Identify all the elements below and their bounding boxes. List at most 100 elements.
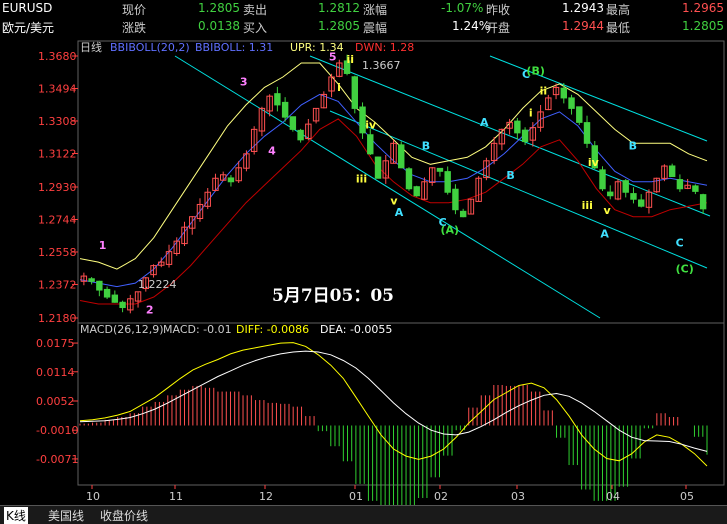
symbol-name: 欧元/美元: [2, 21, 55, 35]
wave-label: 4: [268, 145, 276, 158]
candle-body: [514, 120, 521, 134]
candle-body: [607, 191, 614, 197]
amp-label: 震幅: [363, 21, 388, 35]
candle-body: [103, 288, 111, 298]
x-tick-label: 05: [680, 490, 694, 503]
candle-body: [119, 301, 126, 309]
change-value: 0.0138: [198, 19, 240, 33]
x-tick-label: 11: [169, 490, 183, 503]
macd-indicator-name: MACD(26,12,9): [80, 323, 164, 336]
price-y-tick-label: 1.2558: [38, 246, 77, 259]
chart-canvas[interactable]: 12345iiiiiiivvABC(A)ABC(B)iiiiiiivvABC(C…: [0, 36, 727, 505]
wave-label: v: [604, 204, 612, 217]
x-tick-label: 01: [349, 490, 363, 503]
wave-label: ii: [346, 53, 354, 66]
wave-label: A: [480, 116, 489, 129]
price-y-tick-label: 1.3122: [38, 147, 77, 160]
tab-close-line[interactable]: 收盘价线: [100, 507, 148, 524]
candle-body: [583, 122, 591, 144]
macd-y-tick-label: -0.0010: [36, 424, 78, 437]
price-y-tick-label: 1.2744: [38, 213, 77, 226]
price-y-tick-label: 1.2930: [38, 181, 77, 194]
candle-body: [413, 186, 420, 197]
price-y-tick-label: 1.3680: [38, 50, 77, 63]
buy-value: 1.2805: [318, 19, 360, 33]
candle-body: [374, 156, 382, 179]
low-value: 1.2805: [682, 19, 724, 33]
candle-body: [630, 193, 637, 200]
macd-y-tick-label: 0.0175: [36, 337, 75, 350]
x-tick-label: 10: [86, 490, 100, 503]
wave-label: (C): [676, 263, 694, 276]
candle-body: [599, 169, 606, 190]
candle-body: [436, 167, 444, 172]
buy-label: 买入: [243, 21, 268, 35]
wave-label: B: [629, 139, 637, 152]
candle-body: [637, 199, 645, 207]
candle-body: [88, 278, 95, 282]
tab-candlestick[interactable]: K线: [4, 507, 28, 524]
macd-y-tick-label: -0.0071: [36, 453, 78, 466]
bottom-tab-bar: K线 美国线 收盘价线: [0, 505, 727, 524]
pct-label: 涨幅: [363, 3, 388, 17]
price-value: 1.2805: [198, 1, 240, 15]
wave-label: C: [676, 236, 684, 249]
candle-body: [96, 280, 103, 291]
wave-label: iv: [588, 156, 600, 169]
boll-indicator-name: BBIBOLL(20,2): [110, 41, 190, 54]
wave-label: ii: [540, 84, 548, 97]
price-label: 现价: [122, 3, 147, 17]
candle-body: [289, 116, 297, 130]
macd-value: MACD: -0.01: [163, 323, 232, 336]
candle-body: [297, 129, 304, 141]
wave-label: i: [529, 106, 533, 119]
candle-body: [227, 177, 235, 183]
boll-upper-line: [79, 62, 708, 270]
high-label: 最高: [606, 3, 631, 17]
price-panel-title: 日线: [80, 40, 102, 54]
wave-label: i: [337, 81, 341, 94]
candle-body: [367, 134, 374, 155]
macd-diff-value: DIFF: -0.0086: [236, 323, 309, 336]
x-tick-label: 03: [511, 490, 525, 503]
candle-body: [560, 87, 568, 99]
macd-y-tick-label: 0.0052: [36, 395, 75, 408]
macd-plot: [79, 342, 708, 505]
candle-body: [676, 179, 684, 190]
wave-label: iv: [365, 118, 377, 131]
wave-label: A: [395, 206, 404, 219]
candle-body: [452, 188, 459, 211]
tab-ohlc[interactable]: 美国线: [48, 507, 84, 524]
boll-mid-value: BBIBOLL: 1.31: [195, 41, 273, 54]
candle-body: [459, 210, 467, 218]
sell-label: 卖出: [243, 3, 268, 17]
wave-label: iii: [582, 199, 593, 212]
wave-label: A: [600, 228, 609, 241]
low-label: 最低: [606, 21, 631, 35]
prevclose-label: 昨收: [486, 3, 511, 17]
wave-label: 3: [240, 76, 248, 89]
candle-body: [622, 180, 629, 193]
price-y-tick-label: 1.3308: [38, 115, 77, 128]
wave-label: B: [506, 169, 514, 182]
candle-body: [351, 76, 359, 109]
candle-body: [274, 93, 281, 106]
pct-value: -1.07%: [441, 1, 484, 15]
candle-body: [398, 144, 405, 169]
boll-dwn-value: DWN: 1.28: [355, 41, 414, 54]
quote-row-2: 欧元/美元 涨跌 0.0138 买入 1.2805 震幅 1.24% 开盘 1.…: [0, 18, 727, 36]
wave-label: (B): [526, 64, 544, 77]
channel-line: [329, 110, 708, 269]
wave-label: 2: [146, 304, 154, 317]
candle-body: [576, 106, 583, 123]
price-y-tick-label: 1.2180: [38, 312, 77, 325]
high-value: 1.2965: [682, 1, 724, 15]
candle-body: [111, 294, 119, 303]
candle-body: [521, 129, 529, 143]
candle-body: [692, 185, 699, 192]
wave-label: (A): [441, 223, 460, 236]
x-tick-label: 12: [259, 490, 273, 503]
change-label: 涨跌: [122, 21, 147, 35]
symbol-code: EURUSD: [2, 1, 53, 15]
boll-upr-value: UPR: 1.34: [290, 41, 344, 54]
